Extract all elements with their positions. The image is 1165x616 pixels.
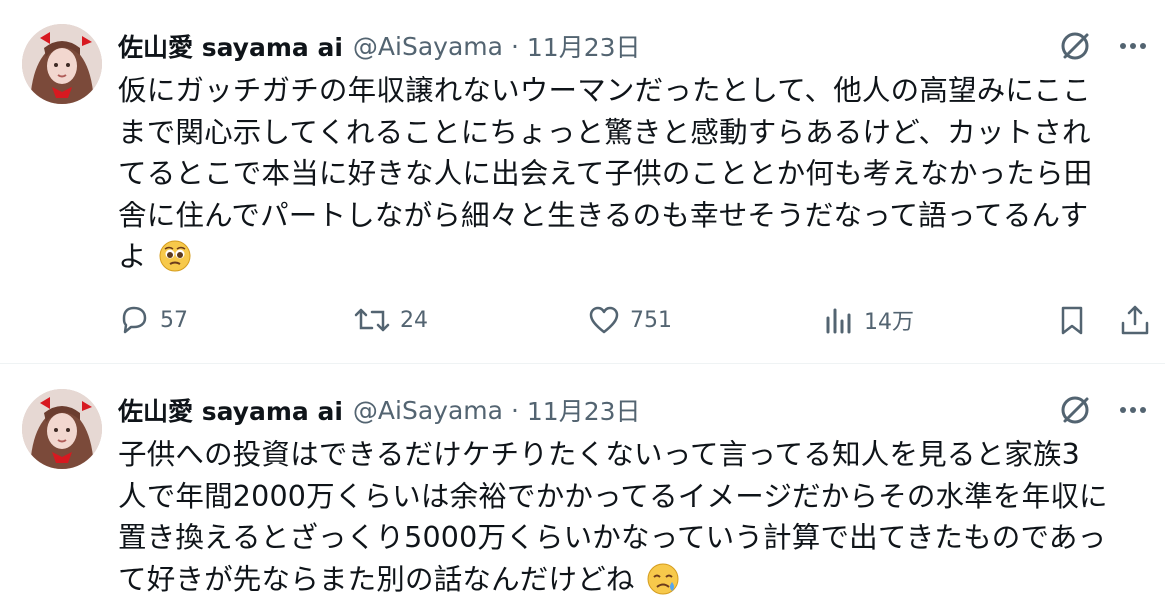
timestamp[interactable]: 11月23日 (527, 392, 641, 428)
view-count: 14万 (864, 310, 914, 335)
reply-button[interactable]: 57 (118, 296, 188, 344)
author-name[interactable]: 佐山愛 sayama ai (118, 392, 343, 428)
tweet-header: 佐山愛 sayama ai @AiSayama · 11月23日 (118, 24, 641, 68)
tweet-actions: 57 24 751 14万 (118, 296, 1153, 344)
more-icon[interactable] (1119, 42, 1147, 50)
avatar[interactable] (22, 389, 102, 469)
avatar[interactable] (22, 24, 102, 104)
tweet-text-line: て好きが先ならまた別の話なんだけどね (118, 559, 1148, 608)
retweet-button[interactable]: 24 (354, 296, 428, 344)
reply-count: 57 (160, 307, 188, 333)
like-icon (589, 306, 619, 334)
grok-icon[interactable] (1057, 28, 1093, 64)
pleading-face-icon (158, 239, 192, 285)
tweet[interactable]: 佐山愛 sayama ai @AiSayama · 11月23日 仮にガッチガチ… (0, 0, 1165, 364)
like-button[interactable]: 751 (588, 296, 672, 344)
more-icon[interactable] (1119, 406, 1147, 414)
tweet-text-line: よ (118, 236, 1148, 285)
author-name[interactable]: 佐山愛 sayama ai (118, 28, 343, 64)
bookmark-button[interactable] (1058, 296, 1096, 344)
share-button[interactable] (1118, 296, 1162, 344)
avatar-photo (22, 389, 102, 469)
tweet[interactable]: 佐山愛 sayama ai @AiSayama · 11月23日 子供への投資は… (0, 364, 1165, 616)
tweet-text-fragment: よ (118, 240, 147, 273)
views-icon (826, 308, 851, 334)
share-icon (1121, 305, 1149, 335)
retweet-count: 24 (400, 307, 428, 333)
grok-icon[interactable] (1057, 392, 1093, 428)
avatar-photo (22, 24, 102, 104)
face-holding-back-tears-icon (646, 562, 680, 608)
tweet-header: 佐山愛 sayama ai @AiSayama · 11月23日 (118, 388, 641, 432)
timestamp[interactable]: 11月23日 (527, 28, 641, 64)
tweet-text-line: 人で年間2000万くらいは余裕でかかってるイメージだからその水準を年収に (118, 479, 1108, 513)
tweet-text: 子供への投資はできるだけケチりたくないって言ってる知人を見ると家族3 人で年間2… (118, 434, 1148, 607)
tweet-text-line: てるとこで本当に好きな人に出会えて子供のこととか何も考えなかったら田 (118, 157, 1093, 190)
author-handle[interactable]: @AiSayama (353, 396, 503, 425)
like-count: 751 (630, 307, 672, 333)
retweet-icon (354, 308, 390, 332)
tweet-text-fragment: て好きが先ならまた別の話なんだけどね (118, 562, 635, 596)
tweet-top-actions (1057, 392, 1147, 428)
tweet-text-line: 舎に住んでパートしながら細々と生きるのも幸せそうだなって語ってるんす (118, 198, 1089, 232)
tweet-text: 仮にガッチガチの年収譲れないウーマンだったとして、他人の高望みにここ まで関心示… (118, 70, 1148, 285)
tweet-text-line: 子供への投資はできるだけケチりたくないって言ってる知人を見ると家族3 (118, 438, 1081, 471)
reply-icon (122, 306, 147, 334)
tweet-text-line: まで関心示してくれることにちょっと驚きと感動すらあるけど、カットされ (118, 115, 1091, 149)
tweet-text-line: 置き換えるとざっくり5000万くらいかなっていう計算で出てきたものであっ (118, 521, 1107, 554)
tweet-text-line: 仮にガッチガチの年収譲れないウーマンだったとして、他人の高望みにここ (118, 74, 1091, 107)
views-button[interactable]: 14万 (824, 296, 914, 344)
bookmark-icon (1061, 306, 1083, 335)
separator-dot: · (510, 395, 519, 425)
tweet-top-actions (1057, 28, 1147, 64)
separator-dot: · (510, 31, 519, 61)
author-handle[interactable]: @AiSayama (353, 32, 503, 61)
